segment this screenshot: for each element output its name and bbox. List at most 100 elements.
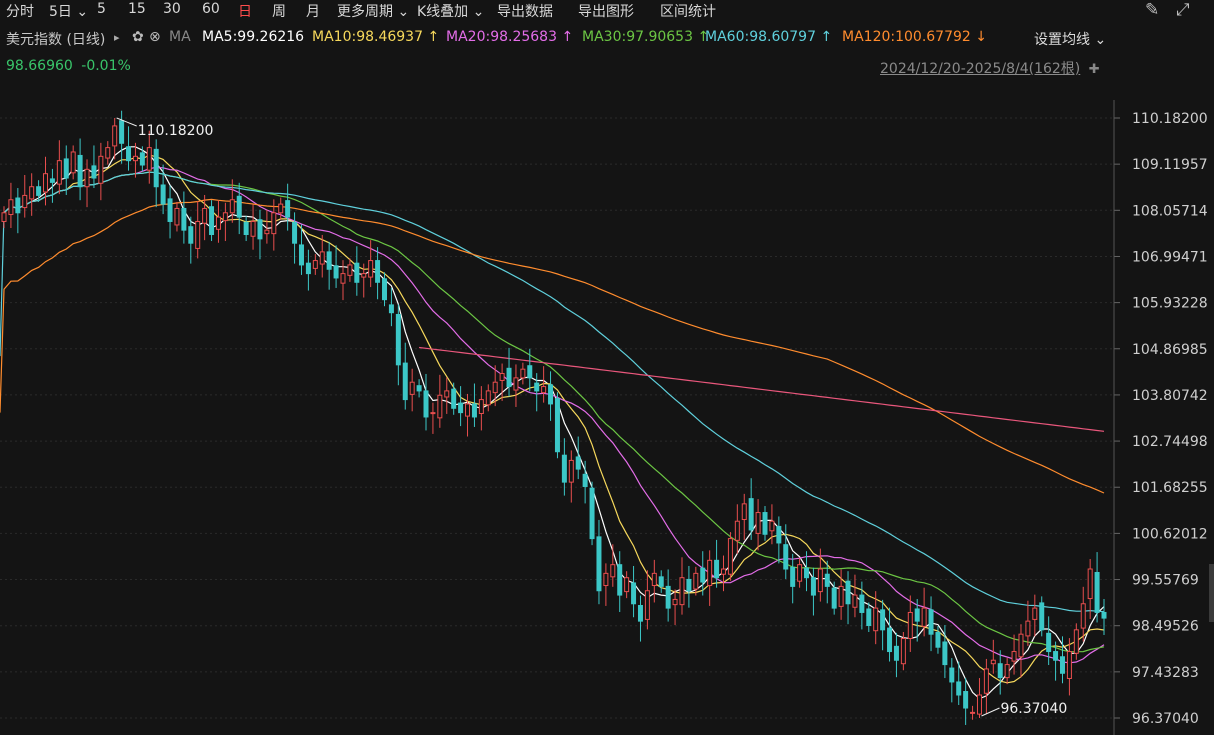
candle-body	[838, 585, 844, 607]
candle-body	[243, 221, 249, 236]
candle-body	[1032, 607, 1038, 620]
candle-body	[644, 590, 650, 620]
candle-body	[880, 609, 886, 631]
candle-body	[333, 265, 339, 279]
candle-body	[312, 260, 318, 269]
candle-body	[368, 260, 374, 278]
candle-body	[575, 456, 581, 470]
candle-body	[914, 608, 920, 622]
candle-body	[354, 262, 360, 283]
candle-body	[1094, 571, 1100, 613]
candle-body	[153, 148, 159, 188]
candle-body	[714, 559, 720, 579]
candle-body	[541, 386, 547, 394]
candle-body	[534, 382, 540, 392]
y-tick-label: 97.43283	[1132, 665, 1199, 681]
candle-body	[132, 155, 138, 162]
candle-body	[1101, 611, 1107, 619]
candle-body	[956, 681, 962, 696]
candle-body	[810, 577, 816, 596]
candle-body	[983, 668, 989, 694]
y-tick-label: 103.80742	[1132, 388, 1208, 404]
candle-body	[762, 512, 768, 535]
candle-body	[797, 564, 803, 582]
y-tick-label: 108.05714	[1132, 203, 1208, 219]
candle-body	[900, 638, 906, 665]
candle-body	[596, 536, 602, 592]
candle-body	[970, 711, 976, 714]
candle-body	[935, 631, 941, 648]
candle-body	[859, 594, 865, 613]
side-drawer-tab[interactable]	[1209, 564, 1214, 622]
candle-body	[478, 399, 484, 414]
candle-body	[430, 412, 436, 415]
candle-body	[665, 585, 671, 609]
y-tick-label: 98.49526	[1132, 619, 1199, 635]
candle-body	[250, 220, 256, 237]
y-tick-label: 110.18200	[1132, 111, 1208, 127]
candle-body	[485, 390, 491, 406]
candle-body	[554, 398, 560, 453]
candle-body	[174, 207, 180, 226]
candle-body	[29, 186, 35, 200]
candle-body	[672, 598, 678, 606]
candle-body	[1073, 629, 1079, 654]
candle-body	[907, 611, 913, 640]
candle-body	[887, 627, 893, 653]
candle-body	[492, 381, 498, 394]
candle-body	[651, 572, 657, 587]
candle-body	[215, 216, 221, 230]
ma-line-ma120	[0, 198, 1105, 494]
candle-body	[755, 512, 761, 534]
candle-body	[1011, 651, 1017, 662]
kline-chart[interactable]: 110.18200 109.11957 108.05714 106.99471 105.…	[0, 0, 1214, 735]
ma-line-ma10	[3, 154, 1105, 684]
candle-body	[112, 125, 118, 147]
candle-body	[783, 544, 789, 570]
candle-body	[36, 186, 42, 196]
candle-body	[1025, 620, 1031, 637]
candle-body	[98, 155, 104, 184]
candle-body	[866, 608, 872, 626]
candle-body	[236, 195, 242, 218]
candle-body	[873, 607, 879, 632]
candle-body	[340, 273, 346, 284]
y-tick-label: 104.86985	[1132, 342, 1208, 358]
candle-body	[506, 367, 512, 388]
candle-body	[1, 212, 7, 222]
low-marker-label: 96.37040	[1000, 701, 1067, 717]
candle-body	[188, 226, 194, 244]
candle-body	[1087, 568, 1093, 600]
candle-body	[748, 498, 754, 531]
candle-body	[209, 206, 215, 236]
low-marker-line	[981, 707, 1000, 717]
candle-body	[790, 566, 796, 587]
candle-body	[229, 199, 235, 214]
candle-body	[388, 304, 394, 314]
candle-body	[347, 264, 353, 276]
candle-body	[1046, 632, 1052, 653]
candle-body	[465, 403, 471, 417]
candle-body	[949, 667, 955, 683]
candle-body	[375, 260, 381, 283]
candle-body	[202, 207, 208, 224]
y-tick-label: 102.74498	[1132, 434, 1208, 450]
candle-body	[63, 158, 69, 179]
y-tick-label: 96.37040	[1132, 711, 1199, 727]
candle-body	[105, 147, 111, 159]
candle-body	[707, 559, 713, 587]
candle-body	[271, 212, 277, 235]
candle-body	[1066, 651, 1072, 679]
candle-body	[437, 394, 443, 419]
candle-body	[1053, 651, 1059, 661]
candle-body	[160, 184, 166, 205]
candle-body	[589, 487, 595, 540]
candle-body	[222, 212, 228, 222]
candle-body	[257, 219, 263, 240]
candle-body	[458, 402, 464, 414]
candle-body	[990, 659, 996, 665]
candle-body	[1018, 633, 1024, 658]
candle-body	[43, 173, 49, 193]
candle-body	[769, 520, 775, 532]
candle-body	[499, 373, 505, 381]
